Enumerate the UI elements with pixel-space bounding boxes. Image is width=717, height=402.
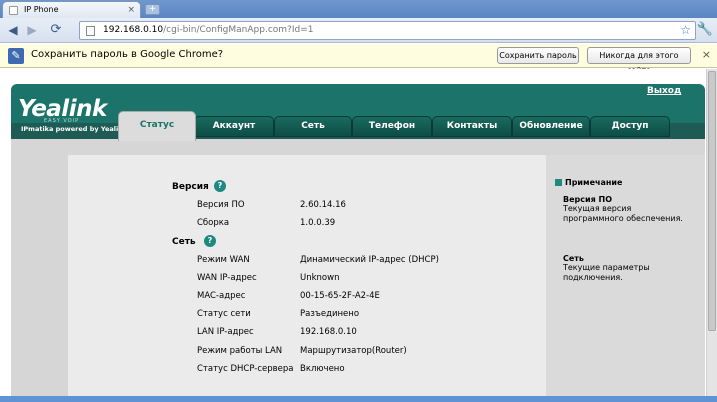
scrollbar-thumb[interactable]	[708, 71, 716, 331]
network-status-label: Статус сети	[197, 309, 251, 319]
tab-update[interactable]: Обновление	[512, 116, 590, 137]
note-network-title: Сеть	[563, 254, 584, 263]
new-tab-button[interactable]: +	[145, 4, 160, 15]
note-header-label: Примечание	[565, 178, 623, 187]
key-icon: ✎	[8, 48, 24, 64]
content-top-bar	[11, 139, 705, 155]
wan-ip-label: WAN IP-адрес	[197, 273, 257, 283]
logout-link[interactable]: Выход	[647, 86, 681, 96]
logo-subtitle: EASY VOIP	[44, 118, 80, 124]
wrench-icon[interactable]: 🔧	[697, 22, 713, 37]
page-favicon-icon	[9, 6, 18, 15]
note-icon	[555, 179, 562, 186]
firmware-version-value: 2.60.14.16	[300, 200, 346, 210]
horizontal-scrollbar[interactable]	[0, 396, 717, 402]
tab-account[interactable]: Аккаунт	[194, 116, 274, 137]
save-password-button[interactable]: Сохранить пароль	[497, 47, 579, 64]
help-icon[interactable]: ?	[214, 180, 226, 192]
note-network-text: Текущие параметры подключения.	[563, 263, 650, 282]
lan-mode-label: Режим работы LAN	[197, 346, 283, 356]
help-icon[interactable]: ?	[204, 235, 216, 247]
reload-icon[interactable]: ⟳	[49, 23, 63, 37]
back-arrow-icon[interactable]: ◀	[6, 23, 20, 37]
note-header: Примечание	[555, 178, 622, 187]
tab-title: IP Phone	[24, 5, 59, 14]
never-save-button[interactable]: Никогда для этого сайта	[587, 47, 691, 75]
left-margin-panel	[11, 155, 68, 396]
bookmark-star-icon[interactable]: ☆	[680, 22, 691, 39]
note-firmware-text: Текущая версия программного обеспечения.	[563, 204, 683, 223]
address-host: 192.168.0.10	[103, 25, 164, 35]
vertical-scrollbar[interactable]	[706, 69, 717, 402]
note-firmware-title: Версия ПО	[563, 195, 613, 204]
lan-ip-label: LAN IP-адрес	[197, 327, 254, 337]
tab-close-icon[interactable]: ×	[127, 2, 135, 18]
network-section-title: Сеть	[172, 237, 196, 247]
tab-phone[interactable]: Телефон	[352, 116, 432, 137]
build-label: Сборка	[197, 218, 230, 228]
tab-network[interactable]: Сеть	[274, 116, 352, 137]
firmware-version-label: Версия ПО	[197, 200, 245, 210]
lan-ip-value: 192.168.0.10	[300, 327, 357, 337]
password-prompt: Сохранить пароль в Google Chrome?	[31, 49, 224, 60]
version-section-title: Версия	[172, 182, 209, 192]
browser-toolbar: ◀ ▶ ⟳ 192.168.0.10/cgi-bin/ConfigManApp.…	[0, 18, 717, 43]
tab-access[interactable]: Доступ	[590, 116, 670, 137]
address-path: /cgi-bin/ConfigManApp.com?Id=1	[163, 25, 314, 35]
forward-arrow-icon[interactable]: ▶	[25, 23, 39, 37]
brand-tagline: IPmatika powered by Yealink	[21, 125, 128, 133]
page-icon	[86, 26, 95, 36]
lan-mode-value: Маршрутизатор(Router)	[300, 346, 407, 356]
wan-ip-value: Unknown	[300, 273, 340, 283]
dhcp-server-status-label: Статус DHCP-сервера	[197, 364, 294, 374]
browser-tab[interactable]: IP Phone ×	[2, 1, 141, 18]
mac-address-label: MAC-адрес	[197, 291, 246, 301]
close-infobar-icon[interactable]: ×	[702, 48, 711, 61]
wan-mode-label: Режим WAN	[197, 255, 250, 265]
address-bar[interactable]: 192.168.0.10/cgi-bin/ConfigManApp.com?Id…	[79, 21, 696, 40]
tab-contacts[interactable]: Контакты	[432, 116, 512, 137]
browser-tab-strip: IP Phone × +	[0, 0, 717, 18]
build-value: 1.0.0.39	[300, 218, 336, 228]
dhcp-server-status-value: Включено	[300, 364, 345, 374]
mac-address-value: 00-15-65-2F-A2-4E	[300, 291, 380, 301]
network-status-value: Разъединено	[300, 309, 360, 319]
password-infobar: ✎ Сохранить пароль в Google Chrome? Сохр…	[0, 44, 717, 75]
wan-mode-value: Динамический IP-адрес (DHCP)	[300, 255, 439, 265]
tab-status[interactable]: Статус	[118, 111, 196, 141]
